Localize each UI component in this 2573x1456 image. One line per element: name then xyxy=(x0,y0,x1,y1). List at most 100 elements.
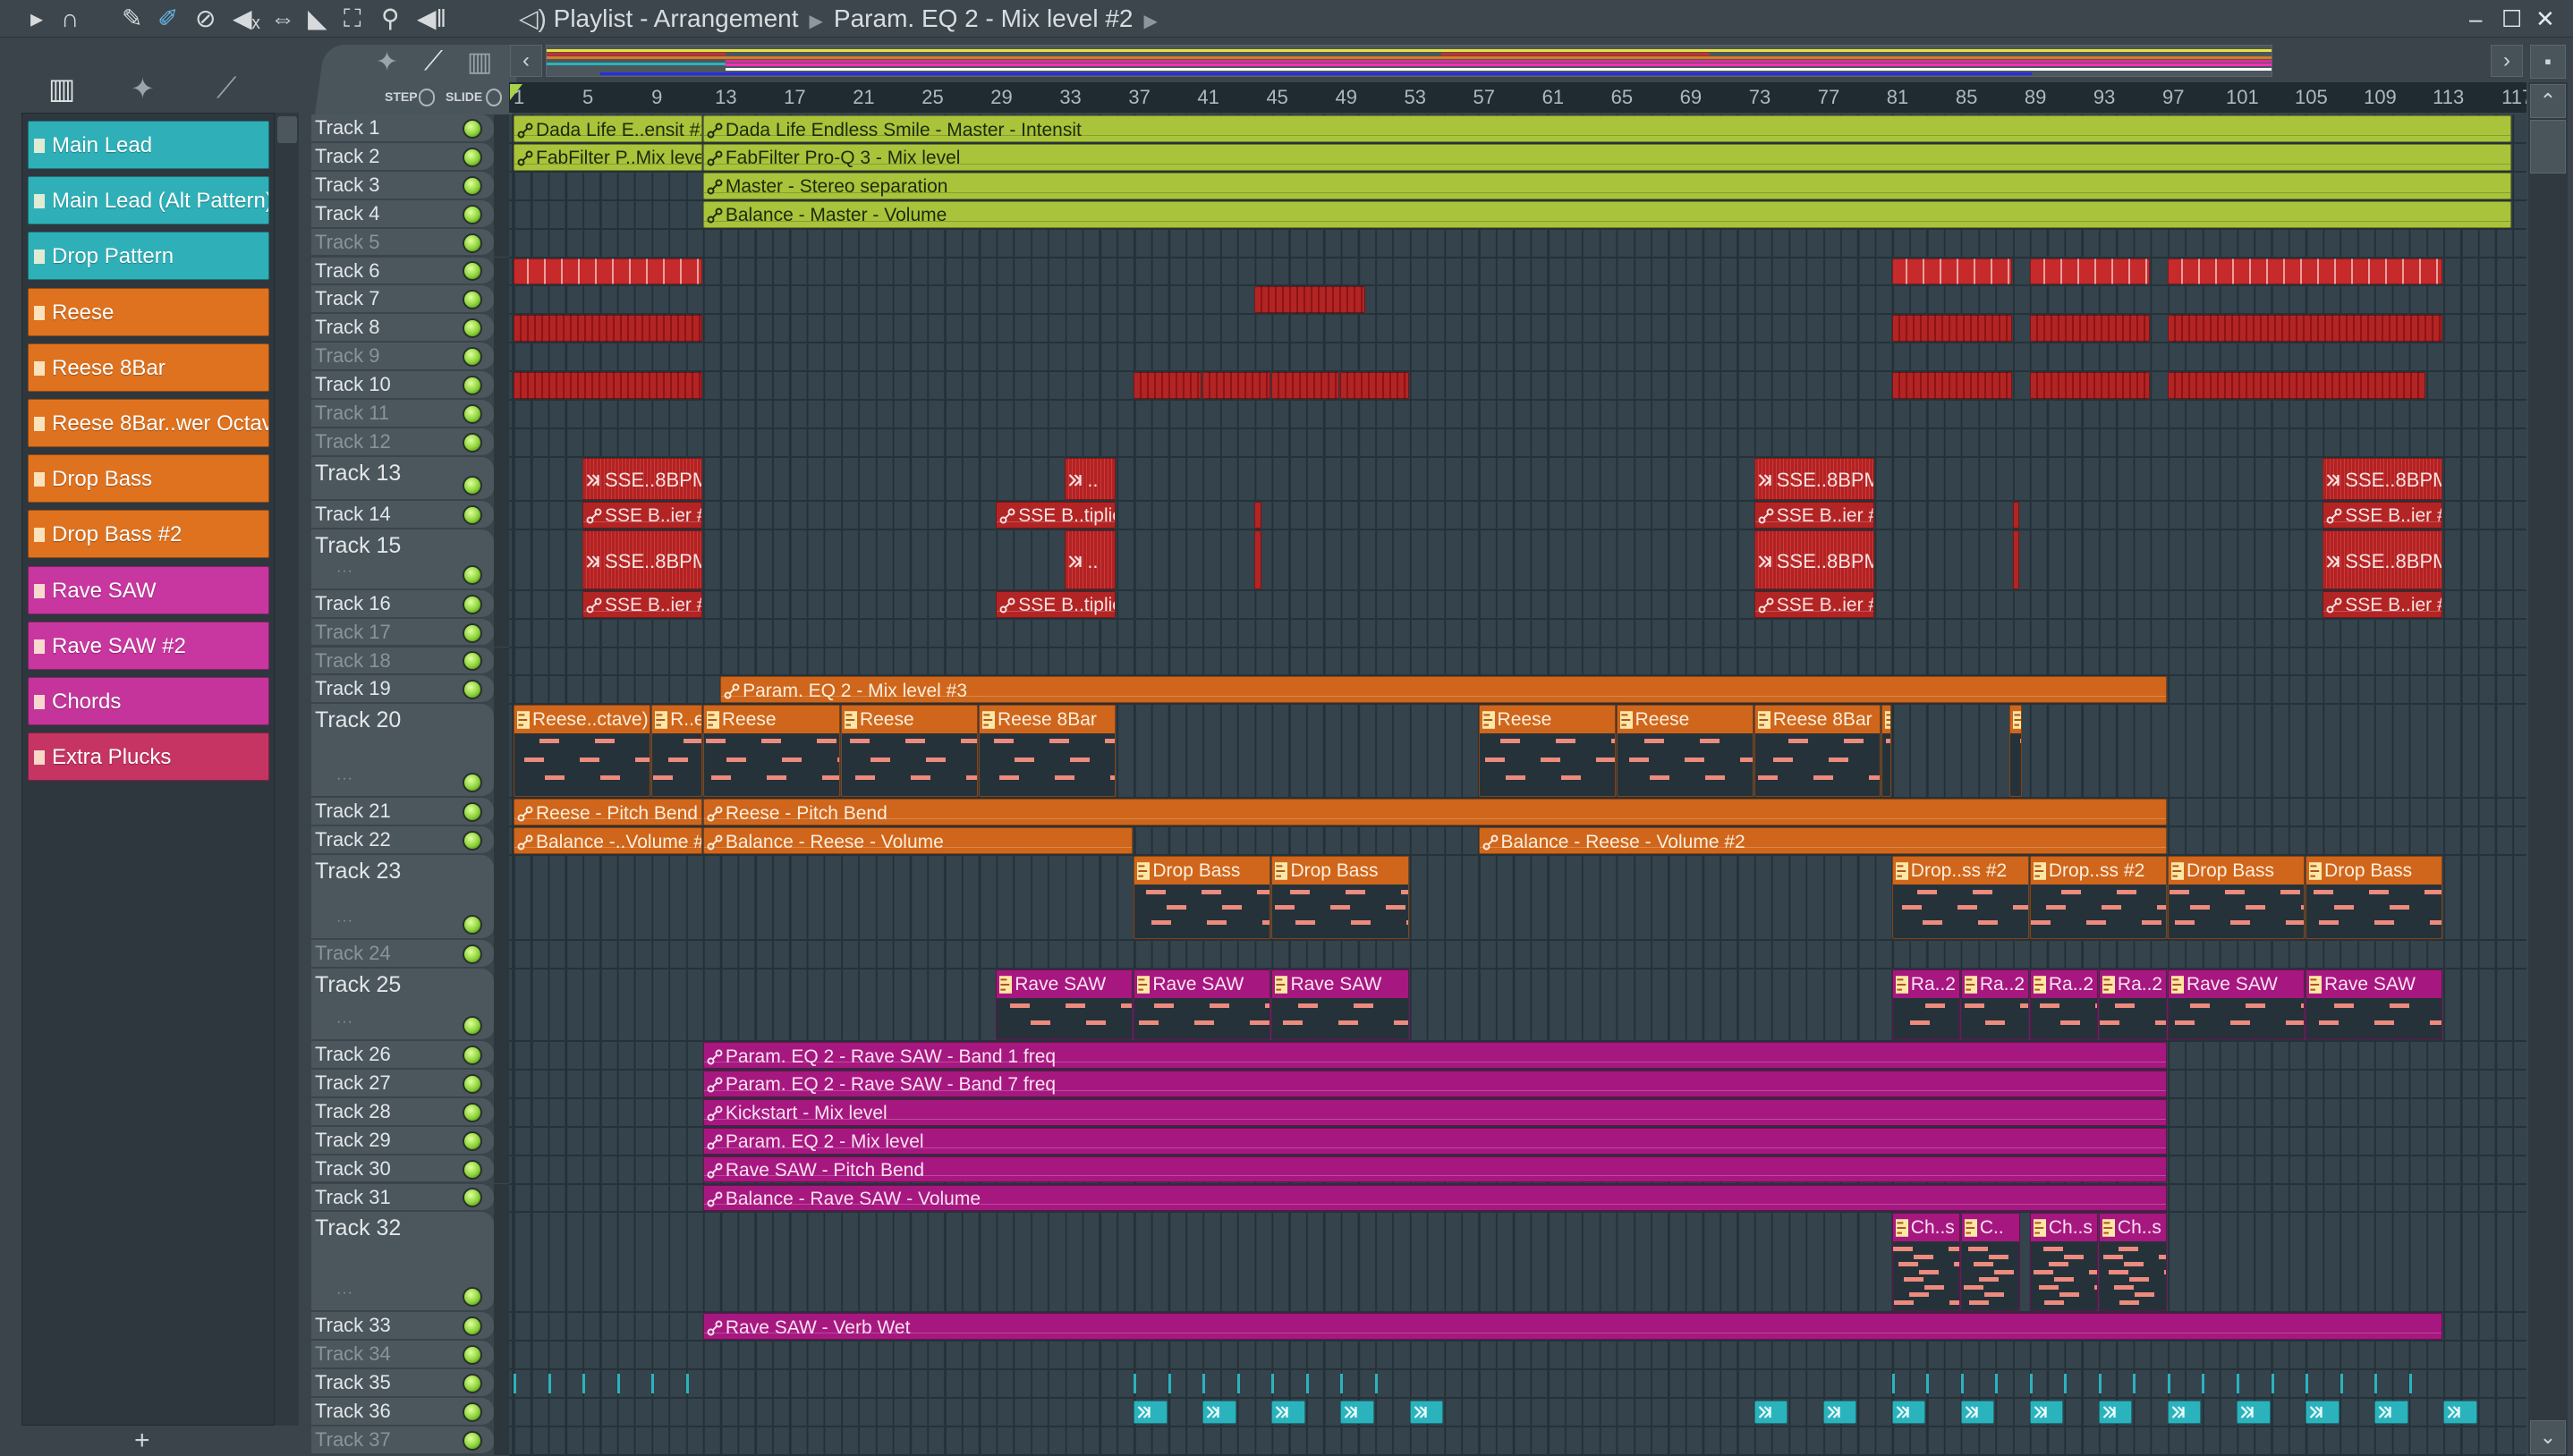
track-mute-led[interactable] xyxy=(463,651,482,672)
clip-audio[interactable] xyxy=(1409,1401,1444,1424)
track-header[interactable]: Track 33 xyxy=(311,1312,494,1342)
track-header[interactable]: Track 22 xyxy=(311,826,494,856)
track-header[interactable]: Track 12 xyxy=(311,427,494,457)
clip-pattern[interactable]: Reese xyxy=(840,705,979,798)
clip-pattern[interactable]: Ch..s xyxy=(1891,1213,1960,1312)
audio-wave-icon[interactable]: ✦ xyxy=(131,72,155,106)
pattern-item[interactable]: Drop Pattern xyxy=(28,232,269,281)
breadcrumb[interactable]: Param. EQ 2 - Mix level #2 xyxy=(834,4,1134,32)
clip-tick[interactable] xyxy=(1305,1374,1309,1394)
clip-strip[interactable] xyxy=(1202,372,1271,399)
audio-wave-icon[interactable]: ✦ xyxy=(376,47,398,78)
track-mute-led[interactable] xyxy=(463,1073,482,1094)
pattern-item[interactable]: Extra Plucks xyxy=(28,732,269,782)
clip-tick[interactable] xyxy=(2374,1374,2378,1394)
clip-pattern[interactable]: Rave SAW xyxy=(1134,969,1271,1040)
slice-icon[interactable]: ◣ xyxy=(308,4,327,34)
clip-auto[interactable]: SSE B..tiplier xyxy=(996,501,1117,529)
clip-strip[interactable] xyxy=(1891,372,2012,399)
clip-audio[interactable]: .. xyxy=(1065,529,1117,589)
magnet-icon[interactable]: ∩ xyxy=(61,4,79,34)
track-header[interactable]: Track 25 ··· xyxy=(311,969,494,1041)
track-mute-led[interactable] xyxy=(463,261,482,282)
clip-strip[interactable] xyxy=(2012,501,2020,529)
clip-auto[interactable]: Dada Life E..ensit #2 xyxy=(514,115,702,142)
clip-audio[interactable] xyxy=(1754,1401,1788,1424)
track-mute-led[interactable] xyxy=(463,564,482,585)
clip-auto[interactable]: SSE B..ier #3 xyxy=(582,590,702,618)
clip-auto[interactable]: Param. EQ 2 - Mix level xyxy=(702,1127,2167,1155)
track-mute-led[interactable] xyxy=(463,1159,482,1180)
clip-pattern[interactable] xyxy=(2008,705,2023,798)
clip-strip[interactable] xyxy=(1271,372,1340,399)
track-header[interactable]: Track 4 xyxy=(311,199,494,229)
pattern-item[interactable]: Main Lead (Alt Pattern) xyxy=(28,176,269,225)
clip-tick[interactable] xyxy=(2237,1374,2239,1394)
clip-tick[interactable] xyxy=(1375,1374,1378,1394)
track-header[interactable]: Track 29 xyxy=(311,1126,494,1155)
clip-pattern[interactable]: Reese xyxy=(702,705,840,798)
clip-auto[interactable]: Balance - Reese - Volume #2 xyxy=(1478,827,2167,855)
clip-strip[interactable] xyxy=(2029,315,2150,343)
pattern-item[interactable]: Reese xyxy=(28,287,269,336)
clip-audio[interactable] xyxy=(2167,1401,2202,1424)
clip-auto[interactable]: SSE B..ier #3 xyxy=(2322,501,2443,529)
track-mute-led[interactable] xyxy=(463,831,482,851)
track-mute-led[interactable] xyxy=(463,475,482,495)
scroll-up-button[interactable]: ⌃ xyxy=(2530,84,2566,118)
clip-auto[interactable]: Kickstart - Mix level xyxy=(702,1098,2167,1126)
clip-tick[interactable] xyxy=(2133,1374,2136,1394)
clip-pattern[interactable]: Ch..s xyxy=(2098,1213,2167,1312)
track-mute-led[interactable] xyxy=(463,1430,482,1451)
clip-pattern[interactable]: Drop Bass xyxy=(1134,856,1271,940)
clip-auto[interactable]: Param. EQ 2 - Rave SAW - Band 1 freq xyxy=(702,1042,2167,1069)
clip-pattern[interactable]: Rave SAW xyxy=(2167,969,2306,1040)
paint-icon[interactable]: ✐ xyxy=(157,4,178,34)
track-header[interactable]: Track 7 xyxy=(311,285,494,315)
track-mute-led[interactable] xyxy=(463,1016,482,1036)
track-mute-led[interactable] xyxy=(463,403,482,424)
track-header[interactable]: Track 19 xyxy=(311,675,494,705)
clip-auto[interactable]: Reese - Pitch Bend xyxy=(702,799,2167,826)
track-header[interactable]: Track 11 xyxy=(311,400,494,428)
track-mute-led[interactable] xyxy=(463,1316,482,1337)
clip-tick[interactable] xyxy=(548,1374,551,1394)
track-mute-led[interactable] xyxy=(463,118,482,139)
clip-strip[interactable] xyxy=(2012,529,2020,589)
clip-strip[interactable] xyxy=(2167,315,2443,343)
clip-audio[interactable] xyxy=(1271,1401,1305,1424)
clip-audio[interactable] xyxy=(2306,1401,2339,1424)
track-header[interactable]: Track 37 xyxy=(311,1426,494,1455)
playhead-marker[interactable] xyxy=(510,84,522,100)
clip-tick[interactable] xyxy=(2098,1374,2102,1394)
track-header[interactable]: Track 9 xyxy=(311,343,494,372)
clip-pattern[interactable]: Reese 8Bar xyxy=(979,705,1117,798)
track-header[interactable]: Track 35 xyxy=(311,1369,494,1399)
pattern-item[interactable]: Drop Bass xyxy=(28,454,269,504)
track-header[interactable]: Track 26 xyxy=(311,1041,494,1070)
clip-tick[interactable] xyxy=(514,1374,516,1394)
clip-pattern[interactable]: Drop Bass xyxy=(1271,856,1409,940)
track-header[interactable]: Track 6 xyxy=(311,257,494,286)
track-header[interactable]: Track 13 xyxy=(311,456,494,501)
clip-audio[interactable] xyxy=(1822,1401,1857,1424)
scroll-down-button[interactable]: ⌄ xyxy=(2530,1420,2566,1454)
clip-strip[interactable] xyxy=(1134,372,1202,399)
track-mute-led[interactable] xyxy=(463,773,482,793)
automation-icon[interactable]: ⟋ xyxy=(424,47,443,77)
clip-pattern[interactable]: Rave SAW xyxy=(1271,969,1409,1040)
clip-pattern[interactable]: R..e) xyxy=(651,705,702,798)
track-mute-led[interactable] xyxy=(463,318,482,339)
clip-auto[interactable]: Param. EQ 2 - Mix level #3 xyxy=(720,676,2167,704)
track-mute-led[interactable] xyxy=(463,1188,482,1208)
clip-strip[interactable] xyxy=(514,315,702,343)
clip-auto[interactable]: FabFilter Pro-Q 3 - Mix level xyxy=(702,143,2512,171)
track-header[interactable]: Track 8 xyxy=(311,314,494,343)
close-button[interactable]: ✕ xyxy=(2535,4,2555,34)
track-header[interactable]: Track 2 xyxy=(311,142,494,172)
clip-pattern[interactable]: Ra..2 xyxy=(1891,969,1960,1040)
clip-pattern[interactable]: Reese xyxy=(1616,705,1754,798)
clip-strip[interactable] xyxy=(1254,501,1261,529)
playback-icon[interactable]: ◀‖ xyxy=(417,4,446,34)
clip-tick[interactable] xyxy=(1202,1374,1206,1394)
